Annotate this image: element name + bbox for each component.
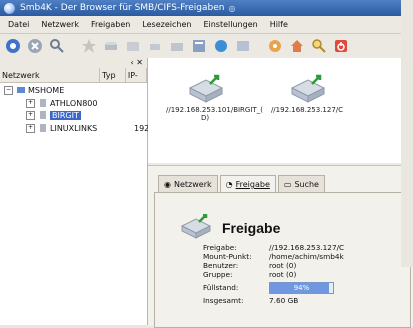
expand-icon[interactable]: + bbox=[26, 98, 35, 108]
prop-key: Mount-Punkt: bbox=[203, 252, 252, 261]
network-tab-icon: ◉ bbox=[164, 179, 171, 189]
unmount-icon[interactable] bbox=[168, 37, 186, 55]
menu-lesezeichen[interactable]: Lesezeichen bbox=[142, 20, 191, 29]
detail-panel: ◉ Netzwerk ◔ Freigabe ▭ Suche Freigabe F… bbox=[148, 165, 413, 328]
prop-value: 7.60 GB bbox=[269, 296, 299, 305]
share-item[interactable]: //192.168.253.127/C bbox=[268, 74, 346, 114]
share-label: //192.168.253.101/BIRGIT_( bbox=[166, 106, 263, 114]
detail-title: Freigabe bbox=[222, 220, 281, 236]
network-share-icon[interactable] bbox=[212, 37, 230, 55]
column-header-ip[interactable]: IP- bbox=[126, 68, 147, 82]
freigabe-tab-panel: Freigabe Freigabe: //192.168.253.127/C M… bbox=[154, 192, 411, 328]
title-decoration-icon: ◎ bbox=[228, 3, 236, 13]
prop-value: root (0) bbox=[269, 270, 297, 279]
menu-datei[interactable]: Datei bbox=[8, 20, 29, 29]
home-icon[interactable] bbox=[288, 37, 306, 55]
tree-row-athlon800[interactable]: + ATHLON800 bbox=[26, 97, 97, 109]
host-icon bbox=[40, 98, 46, 107]
quit-icon[interactable] bbox=[332, 37, 350, 55]
open-folder-icon[interactable] bbox=[124, 37, 142, 55]
tree-row-birgit[interactable]: + BIRGIT bbox=[26, 109, 81, 121]
right-scrollbar[interactable] bbox=[401, 0, 413, 267]
collapse-icon[interactable]: − bbox=[4, 85, 13, 95]
tree-row-mshome[interactable]: − MSHOME bbox=[4, 84, 64, 96]
tree-label: LINUXLINKS bbox=[50, 123, 98, 133]
print-icon[interactable] bbox=[146, 37, 164, 55]
prop-key: Füllstand: bbox=[203, 283, 239, 292]
expand-icon[interactable]: + bbox=[26, 110, 35, 120]
tab-label: Netzwerk bbox=[173, 179, 212, 189]
properties-icon[interactable] bbox=[190, 37, 208, 55]
tab-label: Freigabe bbox=[235, 180, 270, 189]
search-tab-icon: ▭ bbox=[283, 179, 292, 189]
toolbar bbox=[0, 34, 413, 59]
title-bar[interactable]: Smb4K - Der Browser für SMB/CIFS-Freigab… bbox=[0, 0, 413, 16]
prop-key: Gruppe: bbox=[203, 270, 233, 279]
menu-einstellungen[interactable]: Einstellungen bbox=[203, 20, 257, 29]
prop-value: //192.168.253.127/C bbox=[269, 243, 345, 252]
toolbar-separator bbox=[256, 37, 262, 55]
prop-key: Insgesamt: bbox=[203, 296, 244, 305]
share-label: //192.168.253.127/C bbox=[270, 106, 344, 114]
column-header-typ[interactable]: Typ bbox=[100, 68, 126, 82]
prop-mountpunkt: Mount-Punkt: /home/achim/smb4k bbox=[203, 252, 344, 261]
panel-close-bar: ‹ ✕ bbox=[0, 58, 147, 68]
prop-key: Benutzer: bbox=[203, 261, 239, 270]
menu-freigaben[interactable]: Freigaben bbox=[91, 20, 130, 29]
host-icon bbox=[40, 110, 46, 119]
tab-freigabe[interactable]: ◔ Freigabe bbox=[219, 175, 276, 193]
app-window: Smb4K - Der Browser für SMB/CIFS-Freigab… bbox=[0, 0, 413, 328]
shares-view: //192.168.253.101/BIRGIT_( D) //192.168.… bbox=[148, 58, 413, 163]
share-large-icon bbox=[180, 214, 212, 239]
search-icon[interactable] bbox=[310, 37, 328, 55]
tree-label: ATHLON800 bbox=[50, 98, 98, 108]
prop-value: root (0) bbox=[269, 261, 297, 270]
tab-label: Suche bbox=[294, 179, 319, 189]
prop-gruppe: Gruppe: root (0) bbox=[203, 270, 296, 279]
tab-netzwerk[interactable]: ◉ Netzwerk bbox=[158, 175, 218, 192]
menu-hilfe[interactable]: Hilfe bbox=[270, 20, 288, 29]
abort-icon[interactable] bbox=[26, 37, 44, 55]
configure-icon[interactable] bbox=[266, 37, 284, 55]
usage-progress-bar: 94% bbox=[269, 282, 334, 294]
usage-progress-text: 94% bbox=[293, 284, 310, 292]
prop-fuellstand: Füllstand: bbox=[203, 283, 269, 292]
prop-key: Freigabe: bbox=[203, 243, 237, 252]
close-panel-icon[interactable]: ‹ ✕ bbox=[131, 58, 143, 67]
share-sublabel: D) bbox=[200, 114, 210, 122]
tree-ip: 192 bbox=[134, 123, 150, 133]
host-icon bbox=[40, 123, 46, 132]
smb4k-app-icon bbox=[4, 2, 15, 14]
prop-insgesamt: Insgesamt: 7.60 GB bbox=[203, 296, 298, 305]
prop-value: /home/achim/smb4k bbox=[269, 252, 344, 261]
tree-label-selected: BIRGIT bbox=[50, 110, 81, 120]
search-hosts-icon[interactable] bbox=[48, 37, 66, 55]
column-header-netzwerk[interactable]: Netzwerk bbox=[0, 68, 101, 82]
tree-label: MSHOME bbox=[28, 85, 65, 95]
tree-header: Netzwerk Typ IP- bbox=[0, 68, 147, 83]
mounted-share-icon bbox=[188, 74, 224, 103]
prop-benutzer: Benutzer: root (0) bbox=[203, 261, 296, 270]
prop-freigabe: Freigabe: //192.168.253.127/C bbox=[203, 243, 344, 252]
workgroup-icon bbox=[17, 86, 25, 93]
tab-suche[interactable]: ▭ Suche bbox=[277, 175, 325, 192]
menu-netzwerk[interactable]: Netzwerk bbox=[41, 20, 79, 29]
share-tab-icon: ◔ bbox=[225, 180, 233, 189]
mounted-share-icon bbox=[290, 74, 326, 103]
mount-icon[interactable] bbox=[102, 37, 120, 55]
menu-bar: Datei Netzwerk Freigaben Lesezeichen Ein… bbox=[0, 16, 413, 34]
tree-row-linuxlinks[interactable]: + LINUXLINKS 192 bbox=[26, 122, 150, 134]
detail-tabs: ◉ Netzwerk ◔ Freigabe ▭ Suche bbox=[158, 175, 327, 193]
bookmark-icon[interactable] bbox=[80, 37, 98, 55]
sync-icon[interactable] bbox=[234, 37, 252, 55]
share-item[interactable]: //192.168.253.101/BIRGIT_( D) bbox=[166, 74, 263, 122]
toolbar-separator bbox=[70, 37, 76, 55]
expand-icon[interactable]: + bbox=[26, 123, 35, 133]
reload-icon[interactable] bbox=[4, 37, 22, 55]
window-title: Smb4K - Der Browser für SMB/CIFS-Freigab… bbox=[20, 3, 225, 13]
